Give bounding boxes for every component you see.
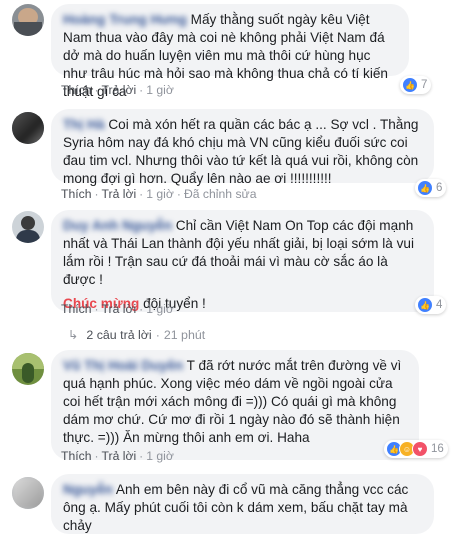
reaction-summary[interactable]: 👍 ☺ ♥ 16 [384,440,448,458]
like-link[interactable]: Thích [61,187,91,201]
reaction-count: 6 [436,182,443,194]
like-reaction-icon: 👍 [417,297,433,313]
reply-arrow-icon: ↳ [68,328,79,342]
reply-link[interactable]: Trả lời [102,187,137,201]
comment-time[interactable]: 1 giờ [146,187,174,201]
comment-actions: Thích · Trả lời · 1 giờ · Đã chỉnh sửa [61,187,257,201]
comment-time[interactable]: 1 giờ [146,83,174,97]
commenter-name[interactable]: Vũ Thị Hoài Duyên [63,358,183,373]
replies-time: 21 phút [163,328,206,342]
reply-link[interactable]: Trả lời [102,302,137,316]
commenter-name[interactable]: Nguyễn [63,482,113,497]
edited-label[interactable]: Đã chỉnh sửa [184,187,257,201]
view-replies-link[interactable]: ↳ 2 câu trả lời · 21 phút [68,327,205,342]
comment-time[interactable]: 1 giờ [146,302,174,316]
avatar[interactable] [12,211,44,243]
reply-link[interactable]: Trả lời [102,449,137,463]
reaction-summary[interactable]: 👍 6 [415,179,447,197]
reaction-summary[interactable]: 👍 7 [400,76,432,94]
comment-bubble: Thị Hà Coi mà xón hết ra quần các bác ạ … [51,109,434,186]
avatar[interactable] [12,112,44,144]
comment-actions: Thích · Trả lời · 1 giờ [61,449,174,463]
comment-actions: Thích · Trả lời · 1 giờ [61,83,174,97]
comment-text: Coi mà xón hết ra quần các bác ạ ... Sợ … [63,117,419,186]
reply-link[interactable]: Trả lời [102,83,137,97]
avatar[interactable] [12,4,44,36]
comment-bubble: Vũ Thị Hoài Duyên T đã rớt nước mắt trên… [51,350,419,460]
reaction-count: 16 [431,443,444,455]
like-link[interactable]: Thích [61,449,91,463]
reaction-count: 7 [421,79,428,91]
commenter-name[interactable]: Thị Hà [63,117,105,132]
comment-time[interactable]: 1 giờ [146,449,174,463]
love-reaction-icon: ♥ [412,441,428,457]
commenter-name[interactable]: Hoàng Trung Hưng [63,12,187,27]
like-link[interactable]: Thích [61,83,91,97]
like-reaction-icon: 👍 [417,180,433,196]
comment-text: Anh em bên này đi cổ vũ mà căng thẳng vc… [63,482,409,533]
comment-actions: Thích · Trả lời · 1 giờ [61,302,174,316]
avatar[interactable] [12,477,44,509]
avatar[interactable] [12,353,44,385]
commenter-name[interactable]: Duy Anh Nguyễn [63,218,172,233]
like-reaction-icon: 👍 [402,77,418,93]
comment-bubble: Duy Anh Nguyễn Chỉ cần Việt Nam On Top c… [51,210,434,312]
comment-bubble: Nguyễn Anh em bên này đi cổ vũ mà căng t… [51,474,434,534]
comment-bubble: Hoàng Trung Hưng Mấy thằng suốt ngày kêu… [51,4,409,99]
reaction-count: 4 [436,299,443,311]
like-link[interactable]: Thích [61,302,91,316]
replies-count[interactable]: 2 câu trả lời [86,328,151,342]
reaction-summary[interactable]: 👍 4 [415,296,447,314]
